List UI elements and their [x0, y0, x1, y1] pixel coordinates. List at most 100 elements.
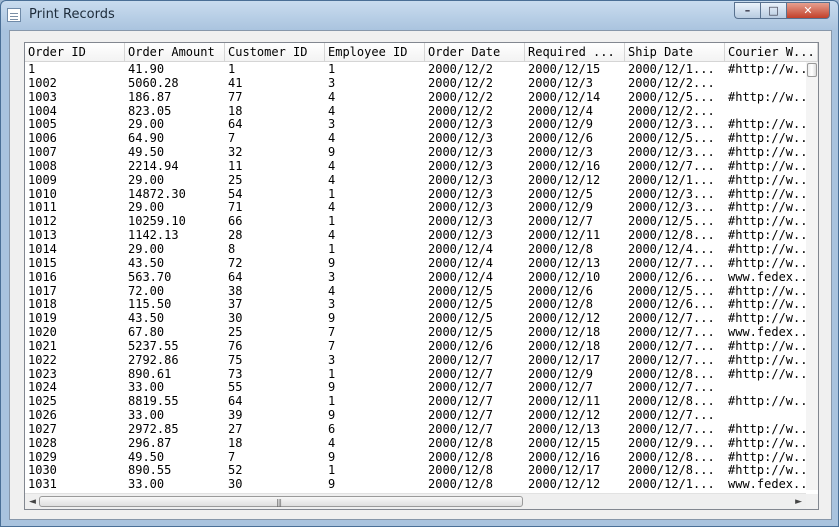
table-row[interactable]: 1016 563.70 64 3 2000/12/4 2000/12/10 2000/12/…	[25, 269, 815, 284]
table-cell: 2792.86	[128, 352, 179, 367]
table-cell: 7	[228, 449, 236, 464]
table-cell: 1011	[28, 200, 57, 215]
table-row[interactable]: 1012 10259.10 66 1 2000/12/3 2000/12/7 2000/12…	[25, 214, 815, 229]
table-cell: 3	[328, 269, 336, 284]
column-header[interactable]: Order Date	[425, 43, 525, 61]
scroll-right-arrow-icon[interactable]: ►	[795, 497, 802, 507]
table-row[interactable]: 1021 5237.55 76 7 2000/12/6 2000/12/18 2000/12…	[25, 339, 815, 353]
table-row[interactable]: 1008 2214.94 11 4 2000/12/3 2000/12/16 2000/12…	[25, 158, 815, 173]
table-cell: 7	[228, 131, 236, 146]
table-row[interactable]: 1022 2792.86 75 3 2000/12/7 2000/12/17 2000/12…	[25, 352, 815, 367]
table-cell: 3	[328, 352, 336, 367]
document-icon	[7, 8, 21, 22]
table-cell: www.fedex...	[728, 269, 815, 284]
column-header[interactable]: Order Amount	[125, 43, 225, 61]
table-cell: 64	[228, 269, 243, 284]
table-cell: 33.00	[128, 477, 165, 492]
column-header[interactable]: Employee ID	[325, 43, 425, 61]
vertical-scroll-thumb[interactable]	[807, 63, 817, 77]
table-row[interactable]: 1028 296.87 18 4 2000/12/8 2000/12/15 2000/12/…	[25, 435, 815, 450]
table-cell: 2000/12/8	[428, 435, 494, 450]
table-cell: 1015	[28, 255, 57, 270]
vertical-scrollbar[interactable]	[806, 62, 818, 490]
table-cell: 52	[228, 463, 243, 478]
table-row[interactable]: 1031 33.00 30 9 2000/12/8 2000/12/12 2000/12/1…	[25, 477, 815, 492]
table-row[interactable]: 1004 823.05 18 4 2000/12/2 2000/12/4 2000/12/2…	[25, 104, 806, 118]
table-row[interactable]: 1014 29.00 8 1 2000/12/4 2000/12/8 2000/12/4..…	[25, 241, 815, 256]
title-bar[interactable]: Print Records – □ ✕	[1, 1, 838, 29]
table-cell: 2000/12/4	[528, 103, 594, 118]
table-cell: 1	[328, 366, 336, 381]
table-cell: #http://w...	[728, 131, 815, 146]
table-row[interactable]: 1017 72.00 38 4 2000/12/5 2000/12/6 2000/12/5.…	[25, 284, 815, 298]
table-row[interactable]: 1029 49.50 7 9 2000/12/8 2000/12/16 2000/12/8.…	[25, 449, 815, 464]
table-row[interactable]: 1027 2972.85 27 6 2000/12/7 2000/12/13 2000/12…	[25, 422, 815, 436]
table-cell: 890.61	[128, 366, 172, 381]
table-row[interactable]: 1013 1142.13 28 4 2000/12/3 2000/12/11 2000/12…	[25, 228, 815, 243]
table-row[interactable]: 1009 29.00 25 4 2000/12/3 2000/12/12 2000/12/1…	[25, 172, 815, 187]
table-cell: 66	[228, 214, 243, 229]
table-cell: #http://w...	[728, 297, 815, 312]
table-cell: 2000/12/5	[428, 297, 494, 312]
table-cell: 9	[328, 449, 336, 464]
table-row[interactable]: 1003 186.87 77 4 2000/12/2 2000/12/14 2000/12/…	[25, 89, 815, 104]
table-row[interactable]: 1002 5060.28 41 3 2000/12/2 2000/12/3 2000/12/…	[25, 76, 806, 90]
table-cell: 1003	[28, 89, 57, 104]
table-row[interactable]: 1019 43.50 30 9 2000/12/5 2000/12/12 2000/12/7…	[25, 311, 815, 326]
table-cell: #http://w...	[728, 435, 815, 450]
records-grid[interactable]: Order ID Order Amount Customer ID Employee …	[24, 42, 819, 510]
table-cell: 1142.13	[128, 228, 179, 243]
table-cell: 1006	[28, 131, 57, 146]
table-cell: 1014	[28, 241, 57, 256]
table-cell	[725, 380, 818, 394]
table-row[interactable]: 1015 43.50 72 9 2000/12/4 2000/12/13 2000/12/7…	[25, 255, 815, 270]
table-cell: 2000/12/6	[528, 131, 594, 146]
table-cell: 2000/12/8	[528, 241, 594, 256]
column-header[interactable]: Customer ID	[225, 43, 325, 61]
table-cell: #http://w...	[728, 338, 815, 353]
table-cell: 2000/12/3	[428, 172, 494, 187]
horizontal-scroll-thumb[interactable]: |||	[39, 496, 523, 507]
table-row[interactable]: 1006 64.90 7 4 2000/12/3 2000/12/6 2000/12/5..…	[25, 131, 815, 146]
table-cell: #http://w...	[728, 117, 815, 132]
table-row[interactable]: 1030 890.55 52 1 2000/12/8 2000/12/17 2000/12/…	[25, 463, 815, 478]
table-cell: 563.70	[128, 269, 172, 284]
table-cell: 1009	[28, 172, 57, 187]
maximize-button[interactable]: □	[760, 2, 786, 19]
column-header[interactable]: Order ID	[25, 43, 125, 61]
horizontal-scrollbar[interactable]: ◄ ||| ►	[25, 493, 806, 509]
scroll-corner	[806, 494, 818, 509]
minimize-button[interactable]: –	[734, 2, 760, 19]
close-button[interactable]: ✕	[786, 2, 830, 19]
table-cell: 9	[328, 380, 336, 395]
table-row[interactable]: 1023 890.61 73 1 2000/12/7 2000/12/9 2000/12/8…	[25, 366, 815, 381]
column-header[interactable]: Courier W...	[725, 43, 818, 61]
table-cell: 1002	[28, 75, 57, 90]
table-cell: 2000/12/8...	[628, 394, 715, 409]
column-header[interactable]: Ship Date	[625, 43, 725, 61]
table-cell: #http://w...	[728, 89, 815, 104]
table-row[interactable]: 1024 33.00 55 9 2000/12/7 2000/12/7 2000/12/7.…	[25, 380, 806, 394]
table-cell: www.fedex...	[728, 477, 815, 492]
table-row[interactable]: 1 41.90 1 1 2000/12/2 2000/12/15 2000/12/1... #…	[25, 62, 815, 76]
table-cell: 1019	[28, 311, 57, 326]
table-row[interactable]: 1011 29.00 71 4 2000/12/3 2000/12/9 2000/12/3.…	[25, 200, 815, 215]
scroll-left-arrow-icon[interactable]: ◄	[29, 497, 36, 507]
table-row[interactable]: 1020 67.80 25 7 2000/12/5 2000/12/18 2000/12/7…	[25, 325, 815, 339]
table-cell: 2000/12/9	[528, 200, 594, 215]
table-row[interactable]: 1018 115.50 37 3 2000/12/5 2000/12/8 2000/12/6…	[25, 297, 815, 312]
table-row[interactable]: 1005 29.00 64 3 2000/12/3 2000/12/9 2000/12/3.…	[25, 117, 815, 132]
column-header[interactable]: Required ...	[525, 43, 625, 61]
window-title: Print Records	[29, 7, 115, 22]
table-cell: 2000/12/7	[428, 394, 494, 409]
table-cell: 2000/12/3	[428, 117, 494, 132]
table-cell: 33.00	[128, 408, 165, 423]
table-cell: 72	[228, 255, 243, 270]
table-row[interactable]: 1007 49.50 32 9 2000/12/3 2000/12/3 2000/12/3.…	[25, 145, 815, 159]
table-row[interactable]: 1025 8819.55 64 1 2000/12/7 2000/12/11 2000/12…	[25, 394, 815, 409]
table-cell: 71	[228, 200, 243, 215]
table-row[interactable]: 1010 14872.30 54 1 2000/12/3 2000/12/5 2000/12…	[25, 187, 815, 201]
table-row[interactable]: 1026 33.00 39 9 2000/12/7 2000/12/12 2000/12/7…	[25, 408, 806, 422]
table-cell: 2000/12/16	[528, 158, 601, 173]
table-cell: 18	[228, 435, 243, 450]
